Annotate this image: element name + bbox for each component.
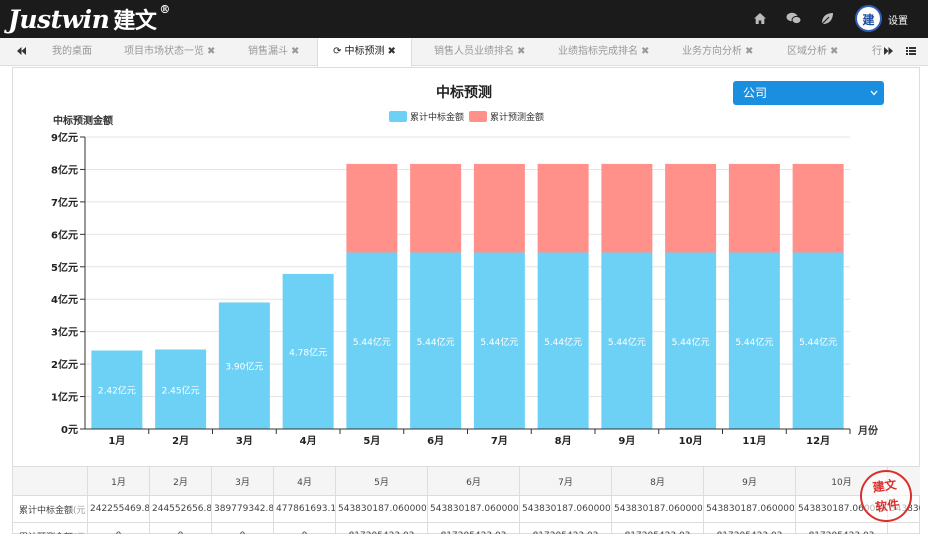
bar-forecast (665, 163, 717, 253)
table-row-label: 累计预测金额(元 (12, 522, 88, 534)
data-label: 5.44亿元 (735, 336, 773, 348)
table-cell: 817205423.03 (611, 522, 704, 534)
table-cell: 0 (87, 522, 150, 534)
data-label: 3.90亿元 (225, 361, 263, 373)
table-cell: 244552656.8 (149, 495, 212, 523)
row-label-unit: (元 (73, 505, 86, 516)
y-tick-label: 8亿元 (51, 163, 78, 176)
x-tick-label: 10月 (679, 435, 703, 447)
table-cell: 543830187.0600001 (519, 495, 612, 523)
table-header-cell: 7月 (519, 466, 612, 496)
x-tick-label: 11月 (742, 435, 766, 447)
table-cell: 817205423.03 (427, 522, 520, 534)
bar-forecast (346, 163, 398, 253)
table-cell: 477861693.1 (273, 495, 336, 523)
data-table-container[interactable]: 1月 2月 3月 4月 5月 6月 7月 8月 9月 10月 累计中标金额(元 242255469.8… (12, 466, 920, 534)
table-header-cell: 8月 (611, 466, 704, 496)
data-label: 5.44亿元 (799, 336, 837, 348)
table-cell: 0 (211, 522, 274, 534)
x-tick-label: 6月 (427, 435, 444, 447)
table-cell: 817205423.03 (795, 522, 888, 534)
table-cell: 543830187.0600001 (611, 495, 704, 523)
x-axis-title: 月份 (857, 424, 879, 437)
data-table: 1月 2月 3月 4月 5月 6月 7月 8月 9月 10月 累计中标金额(元 242255469.8… (12, 466, 920, 534)
y-tick-label: 3亿元 (51, 326, 78, 339)
table-header-cell: 1月 (87, 466, 150, 496)
chart-legend: 累计中标金额 累计预测金额 (389, 111, 544, 123)
x-tick-label: 9月 (618, 435, 635, 447)
chart-bars: 2.42亿元 2.45亿元 3.90亿元 4.78亿元 5.44亿元 5.44亿元 5.44… (91, 163, 844, 429)
data-label: 5.44亿元 (608, 336, 646, 348)
data-label: 2.42亿元 (98, 385, 136, 397)
bar-forecast (601, 163, 653, 253)
data-label: 5.44亿元 (544, 336, 582, 348)
y-tick-label: 0元 (61, 424, 78, 436)
x-tick-label: 4月 (300, 435, 317, 447)
table-cell: 389779342.8 (211, 495, 274, 523)
table-cell: 543830187.0600001 (703, 495, 796, 523)
data-label: 4.78亿元 (289, 346, 327, 358)
bid-forecast-chart: 累计中标金额 累计预测金额 中标预测金额 月份 2.42亿元 2.45亿元 3.90… (51, 111, 879, 447)
x-tick-label: 5月 (363, 435, 380, 447)
table-cell: 817205423.03 (335, 522, 428, 534)
y-tick-label: 5亿元 (51, 261, 78, 274)
table-row-label: 累计中标金额(元 (12, 495, 88, 523)
y-tick-label: 1亿元 (51, 391, 78, 404)
table-cell: 817205423.03 (703, 522, 796, 534)
legend-swatch-forecast (469, 111, 487, 122)
table-cell: 543830187.0600001 (427, 495, 520, 523)
x-tick-label: 7月 (491, 435, 508, 447)
table-header-cell: 9月 (703, 466, 796, 496)
row-label-text: 累计中标金额 (19, 505, 74, 516)
x-tick-label: 12月 (806, 435, 830, 447)
x-tick-label: 1月 (108, 435, 125, 447)
legend-label-awarded: 累计中标金额 (410, 111, 464, 123)
data-label: 2.45亿元 (162, 384, 200, 396)
y-tick-label: 7亿元 (51, 196, 78, 209)
x-tick-label: 8月 (555, 435, 572, 447)
table-row: 累计预测金额(元0000817205423.03817205423.038172… (12, 522, 920, 534)
table-cell: 0 (273, 522, 336, 534)
bar-forecast (410, 163, 462, 253)
table-header-cell: 4月 (273, 466, 336, 496)
table-header-cell: 3月 (211, 466, 274, 496)
x-tick-label: 2月 (172, 435, 189, 447)
table-cell: 0 (149, 522, 212, 534)
bar-forecast (537, 163, 589, 253)
x-tick-label: 3月 (236, 435, 253, 447)
data-label: 5.44亿元 (353, 336, 391, 348)
bar-forecast (473, 163, 525, 253)
table-cell: 817205423.03 (519, 522, 612, 534)
data-label: 5.44亿元 (672, 336, 710, 348)
bar-forecast (728, 163, 780, 253)
table-header-cell: 2月 (149, 466, 212, 496)
y-axis-title: 中标预测金额 (53, 114, 113, 127)
y-tick-label: 2亿元 (51, 358, 78, 371)
legend-label-forecast: 累计预测金额 (490, 111, 544, 123)
data-label: 5.44亿元 (480, 336, 518, 348)
data-label: 5.44亿元 (417, 336, 455, 348)
legend-swatch-awarded (389, 111, 407, 122)
table-header-cell: 6月 (427, 466, 520, 496)
table-cell: 242255469.8 (87, 495, 150, 523)
table-header-cell: 5月 (335, 466, 428, 496)
table-cell: 543830187.0600001 (335, 495, 428, 523)
table-cell (887, 522, 920, 534)
table-header-cell (12, 466, 88, 496)
bar-forecast (792, 163, 844, 253)
table-header-row: 1月 2月 3月 4月 5月 6月 7月 8月 9月 10月 (12, 466, 920, 496)
y-tick-label: 4亿元 (51, 293, 78, 306)
y-tick-label: 6亿元 (51, 228, 78, 241)
table-row: 累计中标金额(元 242255469.8 244552656.8 389779342.… (12, 495, 920, 523)
y-tick-label: 9亿元 (51, 131, 78, 144)
